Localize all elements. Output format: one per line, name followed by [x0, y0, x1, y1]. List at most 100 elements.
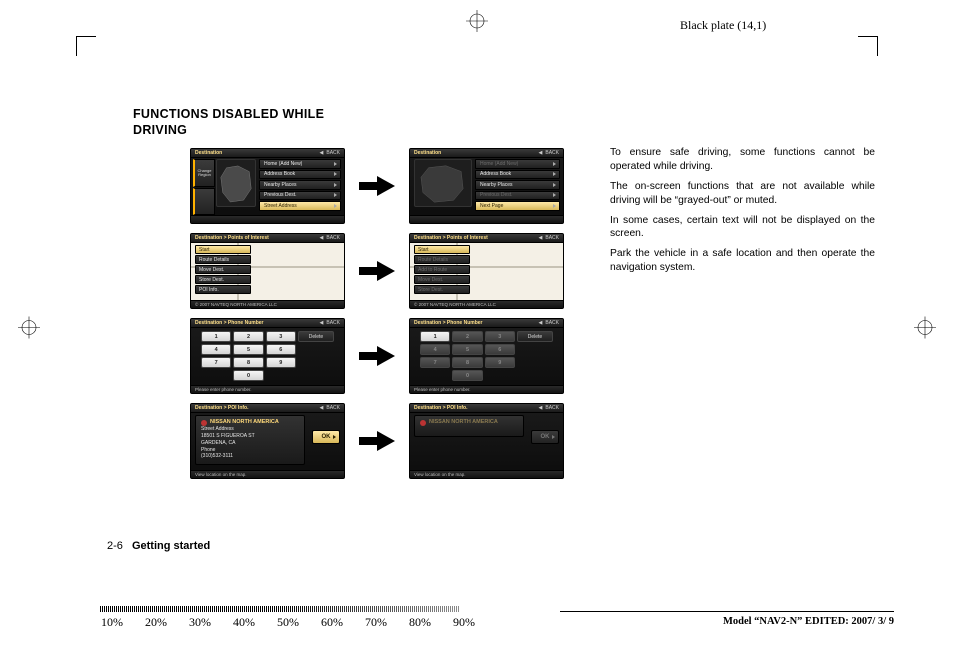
- screen-destination-enabled: DestinationBACK Change Region Home (Add …: [190, 148, 345, 224]
- key-2: 2: [233, 331, 263, 342]
- body-p1: To ensure safe driving, some functions c…: [610, 146, 875, 174]
- info-label-addr: Street Address: [201, 426, 299, 433]
- screen-poi-enabled: Destination > Points of Interest BACK Sta…: [190, 233, 345, 309]
- info-label-phone: Phone: [201, 447, 299, 454]
- info-addr1: 18501 S FIGUEROA ST: [201, 433, 299, 440]
- page-number: 2-6: [107, 540, 123, 552]
- screen-phone-muted: Destination > Phone Number BACK 123Delete…: [409, 318, 564, 394]
- footer-rule: [560, 611, 894, 612]
- crop-mark-tr: [858, 36, 878, 56]
- screen-info-enabled: Destination > POI Info. BACK NISSAN NORTH…: [190, 403, 345, 479]
- body-p3: In some cases, certain text will not be …: [610, 214, 875, 242]
- black-plate-label: Black plate (14,1): [680, 18, 766, 33]
- screen-title: Destination > Phone Number: [195, 320, 263, 326]
- back-label: BACK: [539, 320, 559, 326]
- dest-item-previous: Previous Dest.: [259, 191, 341, 201]
- screen-title: Destination: [414, 150, 441, 156]
- info-name: NISSAN NORTH AMERICA: [201, 419, 299, 426]
- copyright-text: © 2007 NAVTEQ NORTH AMERICA LLC: [414, 302, 496, 307]
- key-9-muted: 9: [485, 357, 515, 368]
- key-delete: Delete: [517, 331, 553, 342]
- screen-title: Destination > POI Info.: [195, 405, 248, 411]
- screen-title: Destination > Phone Number: [414, 320, 482, 326]
- body-text-column: To ensure safe driving, some functions c…: [610, 146, 875, 281]
- dest-item-addressbook: Address Book: [259, 170, 341, 180]
- key-4: 4: [201, 344, 231, 355]
- poi-route-details: Route Details: [195, 255, 251, 264]
- cal-40: 40%: [232, 615, 256, 630]
- key-2-muted: 2: [452, 331, 482, 342]
- phone-hint: Please enter phone number.: [414, 387, 471, 392]
- dest-item-addressbook: Address Book: [475, 170, 560, 180]
- registration-mark-top: [466, 10, 488, 37]
- key-1: 1: [420, 331, 450, 342]
- body-p2: The on-screen functions that are not ava…: [610, 180, 875, 208]
- back-label: BACK: [539, 235, 559, 241]
- back-label: BACK: [539, 150, 559, 156]
- poi-move-dest: Move Dest.: [195, 265, 251, 274]
- footer-left: 2-6 Getting started: [107, 540, 210, 552]
- poi-move-dest-muted: Move Dest.: [414, 275, 470, 284]
- dest-item-nextpage-selected: Next Page: [475, 201, 560, 211]
- section-heading: FUNCTIONS DISABLED WHILE DRIVING: [133, 107, 343, 138]
- registration-mark-left: [18, 317, 40, 344]
- key-7-muted: 7: [420, 357, 450, 368]
- calibration-labels: 10% 20% 30% 40% 50% 60% 70% 80% 90%: [100, 615, 480, 630]
- screen-title: Destination > Points of Interest: [195, 235, 269, 241]
- poi-start-selected: Start: [195, 245, 251, 254]
- key-8: 8: [233, 357, 263, 368]
- dest-item-street-selected: Street Address: [259, 201, 341, 211]
- info-card: NISSAN NORTH AMERICA Street Address 1850…: [195, 415, 305, 465]
- back-label: BACK: [320, 405, 340, 411]
- dest-item-nearby: Nearby Places: [259, 180, 341, 190]
- poi-route-details-muted: Route Details: [414, 255, 470, 264]
- key-4-muted: 4: [420, 344, 450, 355]
- side-blank: [193, 188, 215, 216]
- key-delete: Delete: [298, 331, 334, 342]
- key-3-muted: 3: [485, 331, 515, 342]
- crop-mark-tl: [76, 36, 96, 56]
- screen-info-muted: Destination > POI Info.BACK NISSAN NORTH…: [409, 403, 564, 479]
- figure-row-1: Destination BACK Change Region Home (Add …: [190, 148, 570, 224]
- key-8-muted: 8: [452, 357, 482, 368]
- screen-title: Destination: [195, 150, 222, 156]
- section-name: Getting started: [132, 540, 210, 552]
- screen-title: Destination > Points of Interest: [414, 235, 488, 241]
- map-thumbnail: [216, 159, 256, 207]
- back-label: BACK: [320, 235, 340, 241]
- cal-50: 50%: [276, 615, 300, 630]
- arrow-icon: [357, 342, 397, 370]
- back-label: BACK: [539, 405, 559, 411]
- key-0-muted: 0: [452, 370, 482, 381]
- cal-70: 70%: [364, 615, 388, 630]
- body-p4: Park the vehicle in a safe location and …: [610, 247, 875, 275]
- info-name-muted: NISSAN NORTH AMERICA: [420, 419, 518, 426]
- info-foot: View location on the map.: [414, 472, 465, 477]
- figure-row-4: Destination > POI Info. BACK NISSAN NORTH…: [190, 403, 570, 479]
- key-6-muted: 6: [485, 344, 515, 355]
- map-thumbnail-muted: [414, 159, 472, 207]
- figure-row-3: Destination > Phone NumberBACK 123Delete…: [190, 318, 570, 394]
- poi-add-route-muted: Add to Route: [414, 265, 470, 274]
- cal-90: 90%: [452, 615, 476, 630]
- poi-store-dest-muted: Store Dest.: [414, 285, 470, 294]
- footer-model: Model “NAV2-N” EDITED: 2007/ 3/ 9: [723, 616, 894, 627]
- key-1: 1: [201, 331, 231, 342]
- key-5-muted: 5: [452, 344, 482, 355]
- poi-start-selected: Start: [414, 245, 470, 254]
- dest-item-previous-muted: Previous Dest.: [475, 191, 560, 201]
- info-phone: (310)532-3111: [201, 453, 299, 460]
- ok-button-muted: OK: [531, 430, 559, 444]
- arrow-icon: [357, 257, 397, 285]
- dest-item-home-muted: Home (Add New): [475, 159, 560, 169]
- ok-button: OK: [312, 430, 340, 444]
- key-0: 0: [233, 370, 263, 381]
- info-card-muted: NISSAN NORTH AMERICA: [414, 415, 524, 437]
- key-6: 6: [266, 344, 296, 355]
- figure-row-2: Destination > Points of Interest BACK Sta…: [190, 233, 570, 309]
- info-addr2: GARDENA, CA: [201, 440, 299, 447]
- cal-80: 80%: [408, 615, 432, 630]
- arrow-icon: [357, 427, 397, 455]
- side-change-region: Change Region: [193, 159, 215, 187]
- cal-60: 60%: [320, 615, 344, 630]
